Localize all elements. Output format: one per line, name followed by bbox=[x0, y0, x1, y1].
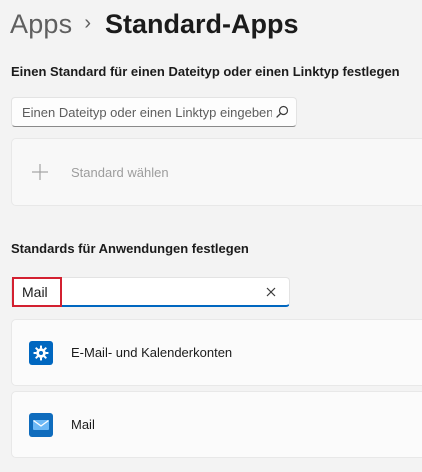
filetype-search-input[interactable] bbox=[22, 104, 272, 120]
breadcrumb: Apps › Standard-Apps bbox=[10, 4, 299, 44]
filetype-search-box[interactable] bbox=[11, 97, 297, 127]
app-result-label: Mail bbox=[71, 417, 95, 432]
gear-icon bbox=[29, 340, 53, 365]
page-title: Standard-Apps bbox=[105, 8, 299, 39]
breadcrumb-apps-link[interactable]: Apps bbox=[10, 9, 72, 40]
filetype-section-title: Einen Standard für einen Dateityp oder e… bbox=[11, 64, 400, 79]
search-icon[interactable] bbox=[274, 104, 290, 120]
app-result-label: E-Mail- und Kalenderkonten bbox=[71, 345, 233, 360]
choose-default-card: Standard wählen bbox=[11, 138, 422, 206]
app-search-input[interactable] bbox=[22, 283, 263, 300]
app-search-box[interactable] bbox=[11, 277, 290, 307]
plus-icon bbox=[32, 164, 48, 180]
chevron-right-icon: › bbox=[84, 11, 92, 34]
app-result-email-calendar-accounts[interactable]: E-Mail- und Kalenderkonten bbox=[11, 319, 422, 386]
close-icon[interactable] bbox=[263, 284, 279, 300]
mail-icon bbox=[29, 412, 53, 437]
app-result-mail[interactable]: Mail bbox=[11, 391, 422, 458]
choose-default-label: Standard wählen bbox=[71, 164, 169, 180]
apps-section-title: Standards für Anwendungen festlegen bbox=[11, 241, 249, 256]
